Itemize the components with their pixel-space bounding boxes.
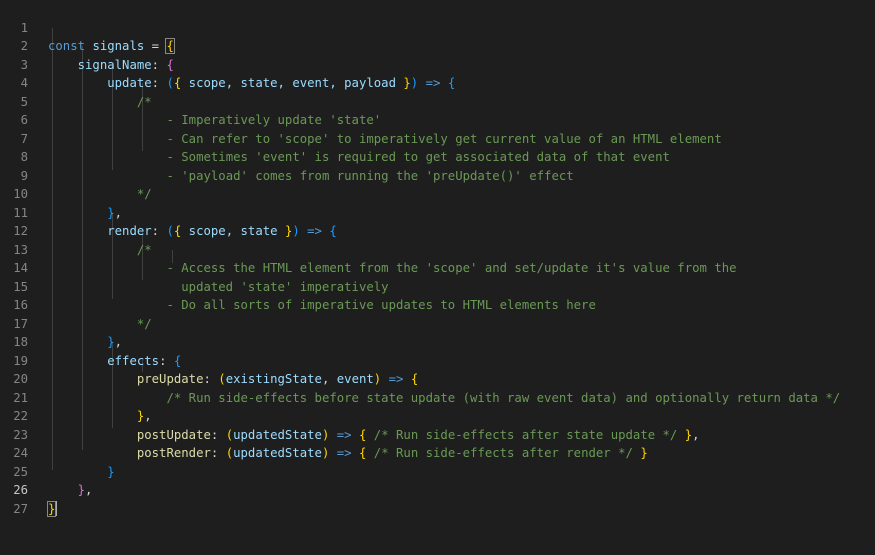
code-line[interactable]: 6 - Can refer to 'scope' to imperatively…	[0, 93, 875, 146]
code-editor[interactable]: 1 const signals = { 2 signalName: { 3 up…	[0, 0, 875, 517]
code-line[interactable]: 3 update: ({ scope, state, event, payloa…	[0, 37, 875, 91]
code-line[interactable]: 26 }	[0, 463, 875, 517]
code-line[interactable]: 17 },	[0, 296, 875, 350]
text-cursor	[55, 500, 58, 516]
line-number: 27	[13, 501, 28, 516]
code-line[interactable]: 14 updated 'state' imperatively	[0, 241, 875, 294]
code-line[interactable]: 20 /* Run side-effects before state upda…	[0, 352, 875, 405]
code-line[interactable]: 13 - Access the HTML element from the 's…	[0, 222, 875, 276]
code-line[interactable]: 27	[0, 481, 875, 516]
code-line[interactable]: 22 postUpdate: (updatedState) => { /* Ru…	[0, 389, 875, 442]
code-line[interactable]: 8 - 'payload' comes from running the 'pr…	[0, 130, 875, 183]
code-line[interactable]: 12 /*	[0, 204, 875, 257]
code-line[interactable]: 2 signalName: {	[0, 19, 875, 72]
code-line[interactable]: 9 */	[0, 148, 875, 202]
code-line[interactable]: 5 - Imperatively update 'state'	[0, 74, 875, 128]
code-line[interactable]: 7 - Sometimes 'event' is required to get…	[0, 111, 875, 165]
code-line[interactable]: 23 postRender: (updatedState) => { /* Ru…	[0, 407, 875, 461]
code-line[interactable]: 16 */	[0, 278, 875, 331]
code-line[interactable]: 4 /*	[0, 56, 875, 109]
code-line[interactable]: 21 },	[0, 370, 875, 424]
code-line[interactable]: 10 },	[0, 167, 875, 220]
code-line[interactable]: 11 render: ({ scope, state }) => {	[0, 185, 875, 239]
line-code: }	[46, 500, 58, 519]
code-line[interactable]: 19 preUpdate: (existingState, event) => …	[0, 333, 875, 387]
code-line[interactable]: 25 },	[0, 444, 875, 498]
bracket-close: }	[46, 500, 57, 517]
code-line[interactable]: 1 const signals = {	[0, 0, 875, 54]
code-line[interactable]: 15 - Do all sorts of imperative updates …	[0, 259, 875, 313]
code-line[interactable]: 24 }	[0, 426, 875, 479]
code-line[interactable]: 18 effects: {	[0, 315, 875, 368]
